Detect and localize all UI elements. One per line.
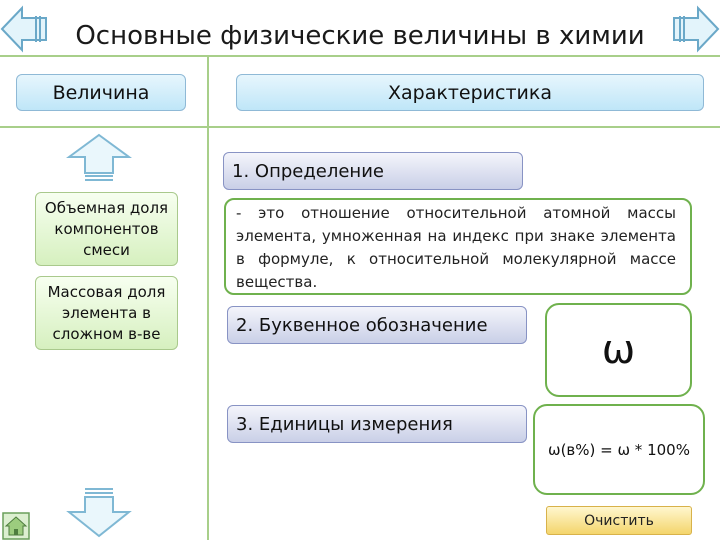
home-icon[interactable] [2, 512, 30, 540]
label-symbol[interactable]: 2. Буквенное обозначение [227, 306, 527, 344]
header-quantity: Величина [16, 74, 186, 111]
label-units[interactable]: 3. Единицы измерения [227, 405, 527, 443]
arrow-down-icon[interactable] [66, 486, 132, 540]
arrow-left-icon[interactable] [0, 4, 50, 54]
arrow-up-icon[interactable] [66, 133, 132, 183]
page-title: Основные физические величины в химии [75, 21, 645, 51]
units-formula: ω(в%) = ω * 100% [548, 440, 690, 459]
list-item-mass-fraction[interactable]: Массовая доля элемента в сложном в-ве [35, 276, 178, 350]
divider-top [0, 55, 720, 57]
list-item-volume-fraction[interactable]: Объемная доля компонентов смеси [35, 192, 178, 266]
arrow-right-icon[interactable] [670, 4, 720, 54]
divider-header [0, 126, 720, 128]
omega-symbol: ω [601, 327, 636, 373]
units-box: ω(в%) = ω * 100% [533, 404, 705, 495]
symbol-box: ω [545, 303, 692, 397]
header-characteristic: Характеристика [236, 74, 704, 111]
label-definition[interactable]: 1. Определение [223, 152, 523, 190]
divider-vertical [207, 55, 209, 540]
definition-text: - это отношение относительной атомной ма… [224, 198, 692, 295]
clear-button[interactable]: Очистить [546, 506, 692, 535]
